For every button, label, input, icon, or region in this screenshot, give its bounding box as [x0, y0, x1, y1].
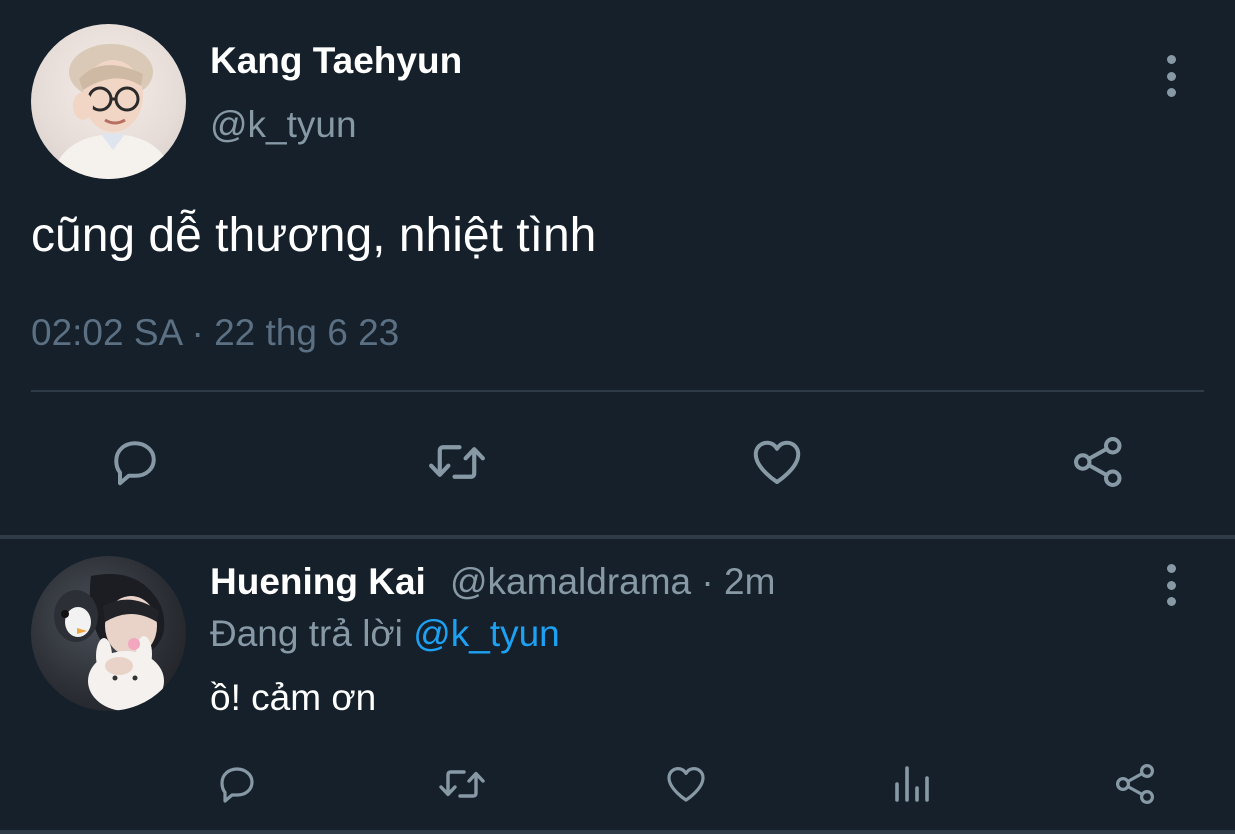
bottom-divider — [0, 830, 1235, 834]
tweet-separator — [0, 535, 1235, 539]
reply-reply-button[interactable] — [213, 760, 261, 808]
reply-text: ồ! cảm ơn — [210, 677, 377, 718]
like-button[interactable] — [747, 432, 807, 492]
main-tweet: Kang Taehyun @k_tyun cũng dễ thương, nhi… — [0, 0, 1235, 535]
reply-time[interactable]: 2m — [724, 561, 775, 602]
more-options-button[interactable] — [1159, 55, 1183, 97]
reply-like-button[interactable] — [662, 760, 710, 808]
retweet-icon — [439, 770, 485, 798]
heart-icon — [667, 767, 705, 802]
analytics-icon — [895, 766, 929, 802]
replying-to: Đang trả lời @k_tyun — [210, 613, 560, 655]
reply-author-handle[interactable]: @kamaldrama — [450, 561, 691, 602]
replying-to-label: Đang trả lời — [210, 613, 414, 654]
share-icon — [1115, 763, 1155, 805]
tweet-text: cũng dễ thương, nhiệt tình — [31, 209, 597, 262]
tweet-timestamp[interactable]: 02:02 SA · 22 thg 6 23 — [31, 312, 399, 354]
retweet-icon — [429, 445, 485, 479]
replying-to-mention[interactable]: @k_tyun — [413, 613, 560, 654]
more-vertical-icon — [1166, 564, 1176, 573]
share-icon — [1073, 436, 1122, 488]
reply-meta: @kamaldrama · 2m — [450, 561, 775, 603]
meta-separator: · — [691, 561, 725, 602]
reply-author-name[interactable]: Huening Kai — [210, 561, 426, 603]
reply-more-options-button[interactable] — [1159, 564, 1183, 606]
avatar-image — [51, 44, 173, 179]
divider — [31, 390, 1204, 392]
author-handle[interactable]: @k_tyun — [210, 104, 357, 146]
reply-share-button[interactable] — [1112, 760, 1160, 808]
reply-button[interactable] — [105, 432, 165, 492]
reply-icon — [114, 441, 156, 486]
avatar[interactable] — [31, 24, 186, 179]
avatar-image — [54, 574, 165, 711]
retweet-button[interactable] — [425, 432, 489, 492]
reply-retweet-button[interactable] — [436, 760, 488, 808]
more-vertical-icon — [1166, 55, 1176, 64]
reply-analytics-button[interactable] — [887, 760, 935, 808]
heart-icon — [753, 440, 801, 484]
reply-avatar[interactable] — [31, 556, 186, 711]
author-name[interactable]: Kang Taehyun — [210, 40, 462, 82]
share-button[interactable] — [1069, 432, 1129, 492]
reply-icon — [220, 767, 254, 803]
